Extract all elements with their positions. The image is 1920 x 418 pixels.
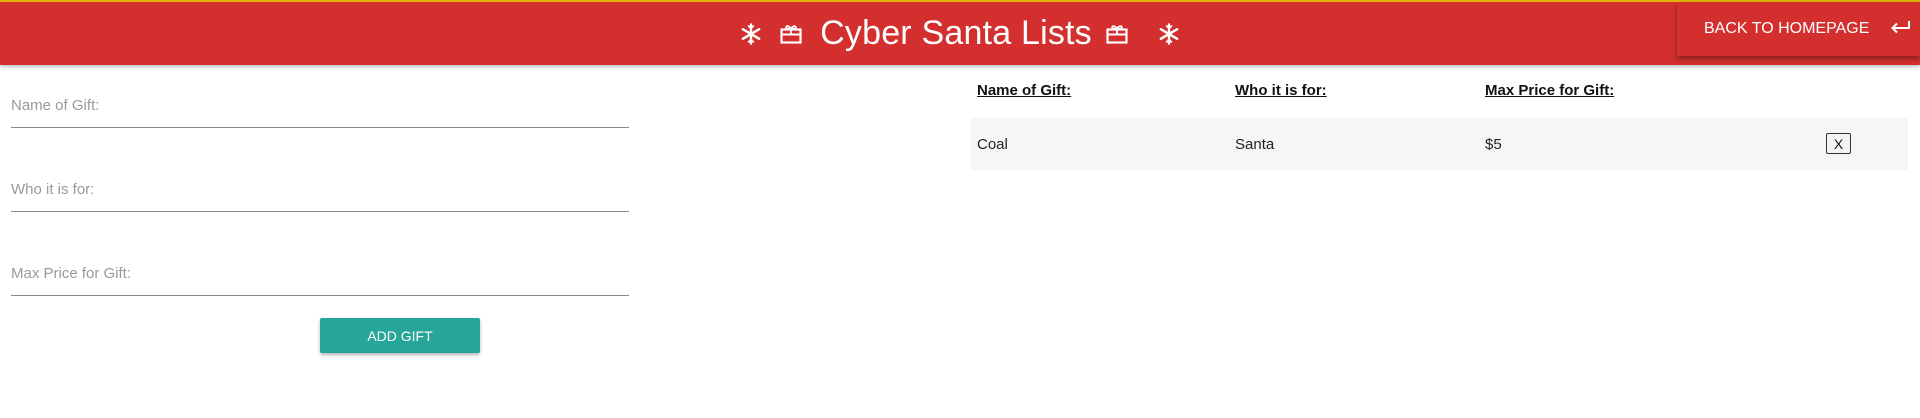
back-to-homepage-button[interactable]: BACK TO HOMEPAGE	[1677, 2, 1920, 56]
app-bar: Cyber Santa Lists	[0, 0, 1920, 65]
row-recipient: Santa	[1235, 136, 1275, 153]
gift-icon	[780, 24, 802, 44]
back-to-homepage-label: BACK TO HOMEPAGE	[1704, 20, 1870, 37]
delete-row-button[interactable]: X	[1826, 133, 1851, 154]
table-row	[971, 118, 1908, 170]
gift-icon	[1106, 24, 1128, 44]
recipient-input[interactable]	[11, 167, 629, 211]
snowflake-icon	[1158, 22, 1180, 45]
gift-name-input[interactable]	[11, 83, 629, 127]
header-recipient: Who it is for:	[1235, 82, 1327, 99]
max-price-input[interactable]	[11, 251, 629, 295]
row-max-price: $5	[1485, 136, 1502, 153]
row-gift-name: Coal	[977, 136, 1008, 153]
header-gift-name: Name of Gift:	[977, 82, 1072, 99]
page-title: Cyber Santa Lists	[820, 14, 1092, 52]
recipient-field	[11, 167, 629, 212]
title-group: Cyber Santa Lists	[0, 2, 1920, 65]
snowflake-icon	[740, 22, 762, 45]
add-gift-button[interactable]: ADD GIFT	[320, 318, 480, 353]
header-max-price: Max Price for Gift:	[1485, 82, 1615, 99]
max-price-field	[11, 251, 629, 296]
gift-name-field	[11, 83, 629, 128]
return-arrow-icon	[1889, 19, 1911, 40]
